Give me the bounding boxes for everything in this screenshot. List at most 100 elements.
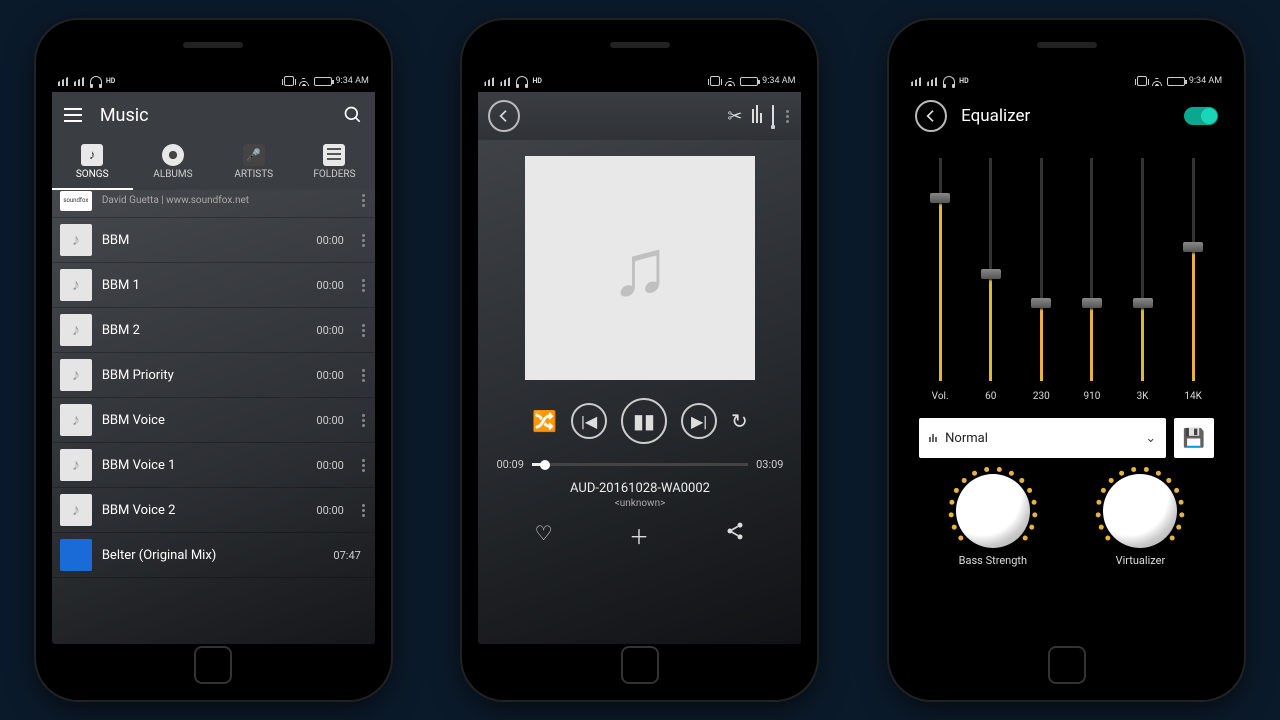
favorite-icon[interactable]: ♡ xyxy=(535,521,553,550)
eq-band[interactable]: 3K xyxy=(1124,152,1162,402)
hd-badge: HD xyxy=(106,77,116,85)
more-icon[interactable] xyxy=(360,230,367,251)
eq-band[interactable]: 230 xyxy=(1022,152,1060,402)
share-icon[interactable] xyxy=(725,521,745,550)
tab-songs[interactable]: SONGS xyxy=(52,138,133,190)
headphone-icon xyxy=(516,76,528,86)
add-icon[interactable]: ＋ xyxy=(629,521,649,550)
slider-track[interactable] xyxy=(939,158,942,381)
now-playing-toolbar: ✂ xyxy=(478,92,801,140)
more-icon[interactable] xyxy=(360,190,367,211)
song-duration: 07:47 xyxy=(333,549,360,562)
pause-button[interactable]: ▮▮ xyxy=(621,398,667,444)
progress-track[interactable] xyxy=(532,463,748,466)
albums-icon xyxy=(162,144,184,166)
signal-icon xyxy=(484,76,496,86)
tab-folders[interactable]: FOLDERS xyxy=(294,138,375,190)
screen-equalizer: HD 9:34 AM Equalizer Vol. 60 xyxy=(905,70,1228,644)
shuffle-button[interactable]: 🔀 xyxy=(532,409,557,433)
song-duration: 00:00 xyxy=(316,414,343,427)
list-item[interactable]: ♪ BBM Voice 00:00 xyxy=(52,398,375,443)
preset-label: Normal xyxy=(945,431,988,446)
more-icon[interactable] xyxy=(360,500,367,521)
wifi-icon xyxy=(298,76,310,86)
slider-track[interactable] xyxy=(989,158,992,381)
save-button[interactable]: 💾 xyxy=(1174,418,1214,458)
more-icon[interactable] xyxy=(784,106,791,127)
playback-controls: 🔀 |◀ ▮▮ ▶| ↻ xyxy=(532,398,748,444)
band-label: 14K xyxy=(1184,391,1202,402)
folders-icon xyxy=(323,144,345,166)
song-title: BBM xyxy=(102,233,307,248)
song-duration: 00:00 xyxy=(316,504,343,517)
headphone-icon[interactable] xyxy=(772,106,774,127)
menu-icon[interactable] xyxy=(64,108,82,122)
repeat-button[interactable]: ↻ xyxy=(731,409,748,433)
slider-track[interactable] xyxy=(1040,158,1043,381)
list-item[interactable]: ♪ BBM 00:00 xyxy=(52,218,375,263)
slider-thumb[interactable] xyxy=(1133,298,1153,308)
list-item[interactable]: ♪ BBM Priority 00:00 xyxy=(52,353,375,398)
more-icon[interactable] xyxy=(360,320,367,341)
tab-artists[interactable]: ARTISTS xyxy=(213,138,294,190)
knobs: Bass Strength Virtualizer xyxy=(919,474,1214,567)
album-art-icon: soundfox xyxy=(60,191,92,211)
list-item[interactable]: ♪ BBM 1 00:00 xyxy=(52,263,375,308)
bass-knob[interactable] xyxy=(956,474,1030,548)
slider-thumb[interactable] xyxy=(1031,298,1051,308)
virtualizer-knob[interactable] xyxy=(1103,474,1177,548)
more-icon[interactable] xyxy=(360,365,367,386)
more-icon[interactable] xyxy=(360,275,367,296)
song-title: BBM Voice 2 xyxy=(102,503,307,518)
slider-track[interactable] xyxy=(1090,158,1093,381)
slider-thumb[interactable] xyxy=(1183,242,1203,252)
prev-button[interactable]: |◀ xyxy=(571,403,607,439)
list-item[interactable]: Belter (Original Mix) 07:47 xyxy=(52,533,375,578)
search-icon[interactable] xyxy=(343,105,363,125)
eq-band[interactable]: Vol. xyxy=(921,152,959,402)
vibrate-icon xyxy=(284,76,294,86)
list-item[interactable]: ♪ BBM 2 00:00 xyxy=(52,308,375,353)
eq-toggle[interactable] xyxy=(1184,107,1218,125)
eq-bands: Vol. 60 230 910 3K 14K xyxy=(919,152,1214,402)
list-item[interactable]: soundfox David Guetta | www.soundfox.net xyxy=(52,190,375,218)
cut-icon[interactable]: ✂ xyxy=(727,106,742,127)
slider-thumb[interactable] xyxy=(930,193,950,203)
band-label: 3K xyxy=(1137,391,1149,402)
slider-fill xyxy=(989,274,992,381)
time-elapsed: 00:09 xyxy=(496,458,523,471)
song-list[interactable]: soundfox David Guetta | www.soundfox.net… xyxy=(52,190,375,644)
equalizer-toolbar: Equalizer xyxy=(905,92,1228,140)
next-button[interactable]: ▶| xyxy=(681,403,717,439)
preset-dropdown[interactable]: Normal ⌄ xyxy=(919,418,1166,458)
slider-thumb[interactable] xyxy=(981,269,1001,279)
seek-bar[interactable]: 00:09 03:09 xyxy=(496,458,783,471)
slider-track[interactable] xyxy=(1141,158,1144,381)
album-art-icon: ♪ xyxy=(60,404,92,436)
eq-band[interactable]: 910 xyxy=(1073,152,1111,402)
slider-fill xyxy=(1141,303,1144,381)
song-duration: 00:00 xyxy=(316,279,343,292)
eq-band[interactable]: 60 xyxy=(972,152,1010,402)
tab-albums[interactable]: ALBUMS xyxy=(133,138,214,190)
vibrate-icon xyxy=(1137,76,1147,86)
statusbar: HD 9:34 AM xyxy=(52,70,375,92)
app-title: Music xyxy=(100,105,325,126)
slider-track[interactable] xyxy=(1192,158,1195,381)
slider-fill xyxy=(1090,303,1093,381)
progress-thumb[interactable] xyxy=(540,460,550,470)
equalizer-icon[interactable] xyxy=(752,105,762,128)
back-button[interactable] xyxy=(488,100,520,132)
list-item[interactable]: ♪ BBM Voice 1 00:00 xyxy=(52,443,375,488)
eq-band[interactable]: 14K xyxy=(1174,152,1212,402)
screen-music-list: HD 9:34 AM Music SONGS ALBUMS ARTISTS FO… xyxy=(52,70,375,644)
back-button[interactable] xyxy=(915,100,947,132)
time-total: 03:09 xyxy=(756,458,783,471)
now-playing-body: ♫ 🔀 |◀ ▮▮ ▶| ↻ 00:09 03:09 AUD-20161028-… xyxy=(478,140,801,644)
slider-thumb[interactable] xyxy=(1082,298,1102,308)
more-icon[interactable] xyxy=(360,455,367,476)
list-item[interactable]: ♪ BBM Voice 2 00:00 xyxy=(52,488,375,533)
album-art-icon: ♪ xyxy=(60,314,92,346)
song-title: BBM 2 xyxy=(102,323,307,338)
more-icon[interactable] xyxy=(360,410,367,431)
